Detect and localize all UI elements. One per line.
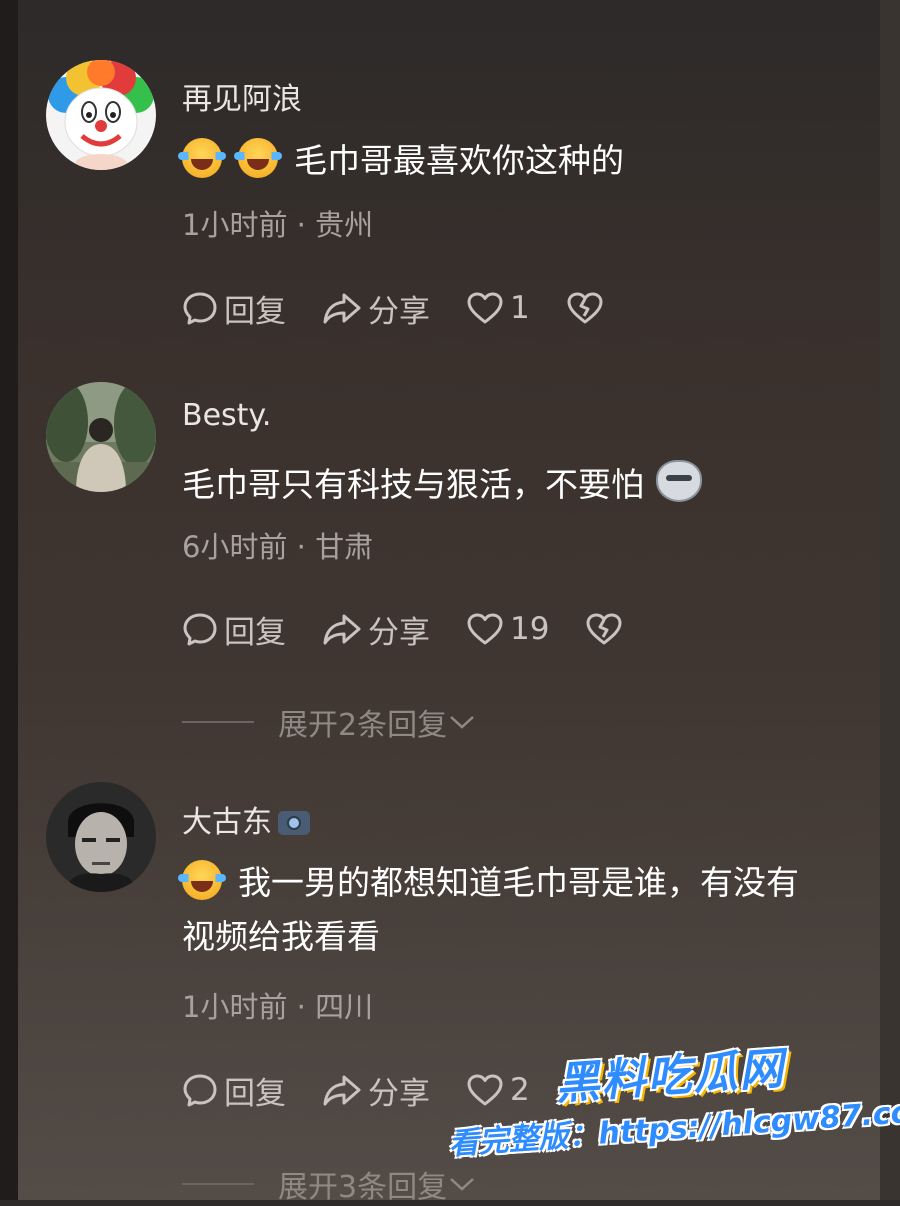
comment-text: 毛巾哥只有科技与狠活，不要怕 (182, 458, 872, 512)
reply-label: 回复 (224, 293, 286, 330)
broken-heart-icon (567, 292, 603, 324)
timestamp: 1小时前 (182, 990, 288, 1024)
username[interactable]: 大古东 (182, 797, 310, 841)
comment-icon (183, 613, 217, 646)
avatar[interactable] (46, 782, 156, 892)
username-text: 大古东 (182, 805, 272, 840)
heart-icon (467, 292, 503, 324)
comment-body: 毛巾哥最喜欢你这种的 (294, 141, 624, 180)
heart-icon (467, 1074, 503, 1106)
like-button[interactable]: 2 (466, 1072, 530, 1108)
comment-meta: 1小时前 · 四川 (182, 984, 373, 1026)
divider-line (182, 721, 254, 723)
chevron-down-icon (450, 716, 474, 729)
like-count: 2 (510, 1072, 530, 1108)
dislike-button[interactable] (585, 612, 629, 646)
comment-text: 我一男的都想知道毛巾哥是谁，有没有 视频给我看看 (178, 856, 872, 964)
share-icon (323, 1075, 361, 1106)
right-edge (880, 0, 900, 1200)
expand-replies-label: 展开2条回复 (278, 708, 448, 743)
location: 甘肃 (315, 530, 374, 564)
share-button[interactable]: 分享 (322, 607, 430, 652)
timestamp: 1小时前 (182, 208, 288, 242)
reply-button[interactable]: 回复 (182, 1068, 286, 1113)
laugh-cry-emoji-icon (178, 138, 226, 178)
like-button[interactable]: 19 (466, 611, 549, 647)
divider-line (182, 1183, 254, 1185)
comment-icon (183, 292, 217, 325)
meta-separator: · (287, 530, 316, 564)
expand-replies-button[interactable]: 展开2条回复 (182, 700, 477, 744)
share-label: 分享 (368, 293, 430, 330)
share-icon (323, 293, 361, 324)
comment-meta: 1小时前 · 贵州 (182, 202, 373, 244)
share-icon (323, 614, 361, 645)
like-count: 1 (510, 290, 530, 326)
comment-text: 毛巾哥最喜欢你这种的 (178, 134, 872, 188)
laugh-cry-emoji-icon (234, 138, 282, 178)
comment-actions: 回复 分享 2 (182, 1068, 566, 1112)
comment-body-line2: 视频给我看看 (182, 917, 380, 956)
like-count: 19 (510, 611, 550, 647)
share-button[interactable]: 分享 (322, 1068, 430, 1113)
comment-icon (183, 1074, 217, 1107)
comment-actions: 回复 分享 19 (182, 607, 665, 651)
share-label: 分享 (368, 614, 430, 651)
timestamp: 6小时前 (182, 530, 288, 564)
expand-replies-button[interactable]: 展开3条回复 (182, 1162, 477, 1206)
location: 四川 (315, 990, 374, 1024)
laugh-cry-emoji-icon (178, 860, 226, 900)
reply-label: 回复 (224, 1075, 286, 1112)
share-label: 分享 (368, 1075, 430, 1112)
username[interactable]: Besty. (182, 398, 271, 433)
avatar[interactable] (46, 60, 156, 170)
like-button[interactable]: 1 (466, 290, 530, 326)
comment-actions: 回复 分享 1 (182, 286, 646, 330)
comment-meta: 6小时前 · 甘肃 (182, 524, 373, 566)
left-edge (0, 0, 18, 1200)
expand-replies-label: 展开3条回复 (278, 1170, 448, 1205)
cat-emoji-icon (656, 460, 702, 502)
dislike-button[interactable] (566, 291, 610, 325)
avatar[interactable] (46, 382, 156, 492)
chevron-down-icon (450, 1178, 474, 1191)
broken-heart-icon (586, 613, 622, 645)
meta-separator: · (287, 990, 316, 1024)
username[interactable]: 再见阿浪 (182, 74, 302, 118)
comment-body-line1: 我一男的都想知道毛巾哥是谁，有没有 (238, 863, 799, 902)
share-button[interactable]: 分享 (322, 286, 430, 331)
comment-body: 毛巾哥只有科技与狠活，不要怕 (182, 465, 644, 504)
location: 贵州 (315, 208, 374, 242)
reply-button[interactable]: 回复 (182, 607, 286, 652)
meta-separator: · (287, 208, 316, 242)
camera-flash-emoji-icon (278, 811, 310, 835)
reply-button[interactable]: 回复 (182, 286, 286, 331)
reply-label: 回复 (224, 614, 286, 651)
heart-icon (467, 613, 503, 645)
